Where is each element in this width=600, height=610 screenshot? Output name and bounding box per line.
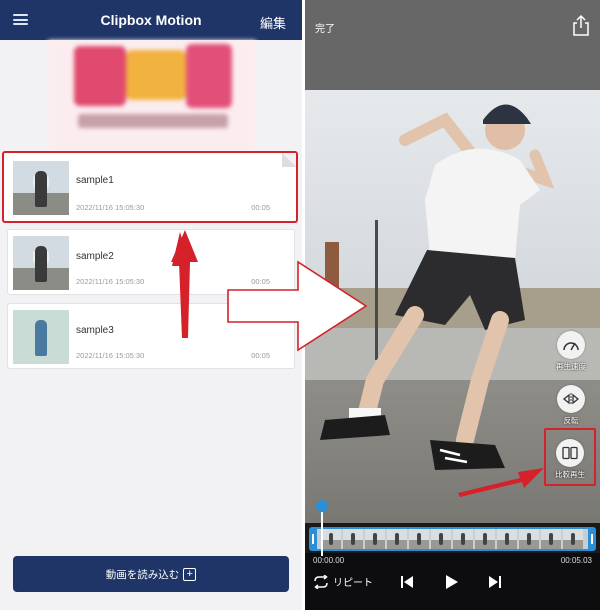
video-duration: 00:05 [251, 203, 270, 212]
playback-bar: リピート [305, 566, 600, 610]
video-player-screen: 完了 再生速度 反転 比較再生 00:00.00 00:05.03 リピート [305, 0, 600, 610]
screenshot-stage: Clipbox Motion 編集 sample1 2022/11/16 15:… [0, 0, 600, 610]
video-item-sample2[interactable]: sample2 2022/11/16 15:05:30 00:05 [7, 229, 295, 295]
video-title: sample1 [76, 175, 114, 186]
frame-strip[interactable] [313, 527, 593, 551]
time-start: 00:00.00 [313, 556, 345, 565]
speed-control[interactable]: 再生速度 [549, 331, 593, 372]
app-header: Clipbox Motion 編集 [0, 0, 302, 40]
compare-highlight-box [544, 428, 596, 486]
video-item-sample1[interactable]: sample1 2022/11/16 15:05:30 00:05 [2, 151, 298, 223]
plus-square-icon: + [183, 567, 197, 581]
player-top-bar: 完了 [305, 0, 600, 90]
import-video-label: 動画を読み込む [105, 568, 180, 581]
import-video-button[interactable]: 動画を読み込む + [13, 556, 289, 592]
video-date: 2022/11/16 15:05:30 [76, 351, 145, 360]
share-icon[interactable] [572, 14, 590, 36]
video-duration: 00:05 [251, 351, 270, 360]
trim-timeline[interactable] [305, 523, 600, 553]
video-date: 2022/11/16 15:05:30 [76, 277, 145, 286]
playhead-marker[interactable] [316, 500, 328, 556]
app-title: Clipbox Motion [100, 12, 202, 28]
done-button[interactable]: 完了 [315, 20, 335, 35]
card-corner-fold [282, 153, 296, 167]
edit-button[interactable]: 編集 [260, 13, 286, 32]
video-duration: 00:05 [251, 277, 270, 286]
speed-gauge-icon [557, 331, 585, 359]
video-thumbnail [13, 236, 69, 290]
repeat-button[interactable]: リピート [313, 574, 373, 589]
repeat-icon [314, 574, 328, 589]
play-icon[interactable] [443, 574, 459, 590]
video-title: sample3 [76, 325, 114, 336]
blurred-banner-image[interactable] [48, 40, 256, 150]
video-thumbnail [13, 161, 69, 215]
video-list-screen: Clipbox Motion 編集 sample1 2022/11/16 15:… [0, 0, 302, 610]
step-back-icon[interactable] [399, 574, 415, 590]
flip-control[interactable]: 反転 [549, 385, 593, 426]
time-end: 00:05.03 [560, 556, 592, 565]
speed-label: 再生速度 [556, 362, 586, 371]
video-item-sample3[interactable]: sample3 2022/11/16 15:05:30 00:05 [7, 303, 295, 369]
flip-icon [557, 385, 585, 413]
video-thumbnail [13, 310, 69, 364]
step-forward-icon[interactable] [487, 574, 503, 590]
trim-handle-end[interactable] [588, 527, 596, 551]
repeat-label: リピート [333, 578, 373, 589]
flip-label: 反転 [563, 416, 579, 425]
video-title: sample2 [76, 251, 114, 262]
video-date: 2022/11/16 15:05:30 [76, 203, 145, 212]
